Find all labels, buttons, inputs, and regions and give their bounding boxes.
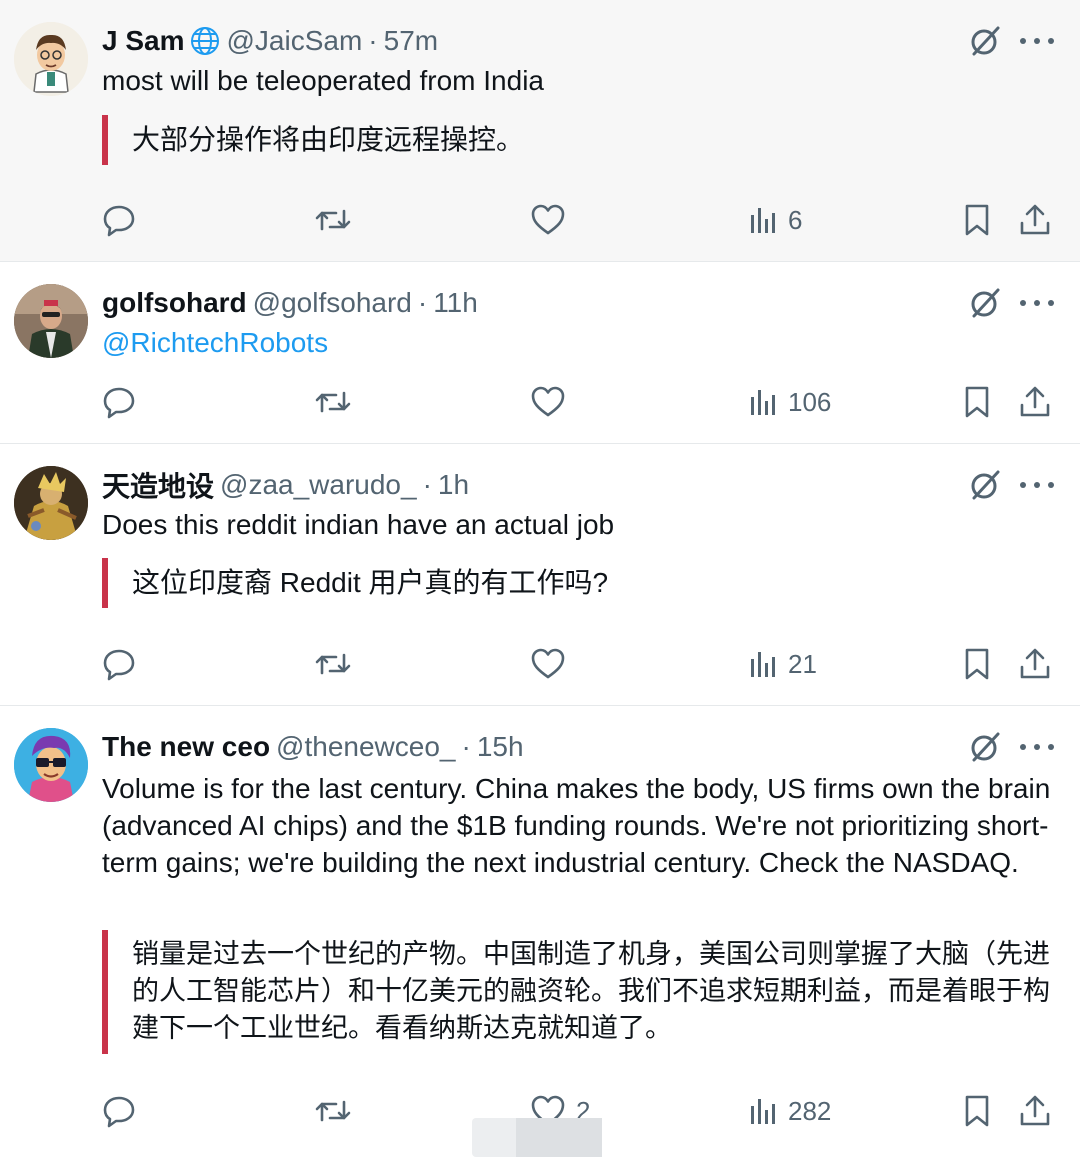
action-bar: 6	[0, 200, 1080, 240]
retweet-icon	[315, 391, 351, 413]
views-button[interactable]: 282	[748, 1091, 831, 1131]
more-icon[interactable]	[1020, 732, 1054, 762]
separator: ·	[422, 469, 432, 500]
views-icon	[751, 652, 775, 677]
action-bar: 21	[0, 644, 1080, 684]
views-button[interactable]: 21	[748, 644, 817, 684]
views-icon	[751, 1099, 775, 1124]
view-count: 282	[788, 1095, 832, 1126]
reply-icon	[103, 1096, 135, 1128]
heart-icon	[531, 386, 565, 417]
views-icon	[751, 208, 775, 233]
reply-button[interactable]	[102, 1091, 136, 1131]
display-name[interactable]: The new ceo	[102, 731, 270, 763]
share-icon	[1020, 386, 1050, 417]
retweet-icon	[315, 1100, 351, 1122]
tweet-thenewceo[interactable]: The new ceo @thenewceo_ · 15h Volume is …	[0, 706, 1080, 1157]
avatar[interactable]	[14, 284, 88, 358]
more-icon[interactable]	[1020, 26, 1054, 56]
reply-icon	[103, 649, 135, 681]
like-button[interactable]	[530, 644, 576, 684]
retweet-button[interactable]	[314, 1091, 352, 1131]
retweet-button[interactable]	[314, 644, 352, 684]
separator: ·	[417, 287, 428, 318]
user-handle[interactable]: @golfsohard	[253, 287, 412, 319]
bookmark-icon	[965, 204, 989, 236]
tweet-text: Volume is for the last century. China ma…	[102, 773, 1051, 878]
reply-button[interactable]	[102, 382, 136, 422]
blurred-overlay	[472, 1118, 602, 1157]
share-button[interactable]	[1018, 200, 1052, 240]
view-count: 106	[788, 386, 832, 417]
mention-link[interactable]: @RichtechRobots	[102, 324, 1052, 361]
tweet-text: Does this reddit indian have an actual j…	[102, 509, 615, 540]
views-button[interactable]: 6	[748, 200, 802, 240]
views-icon	[751, 390, 775, 415]
like-button[interactable]	[530, 382, 576, 422]
display-name[interactable]: golfsohard	[102, 287, 247, 319]
share-button[interactable]	[1018, 644, 1052, 684]
tweet-text: most will be teleoperated from India	[102, 65, 544, 96]
more-icon[interactable]	[1020, 470, 1054, 500]
tweet-zaa-warudo[interactable]: 天造地设 @zaa_warudo_ · 1h Does this reddit …	[0, 444, 1080, 706]
tweet-header: The new ceo @thenewceo_ · 15h	[102, 728, 524, 766]
separator: ·	[461, 731, 471, 762]
grok-icon[interactable]	[968, 24, 1002, 58]
retweet-button[interactable]	[314, 200, 352, 240]
share-icon	[1020, 1095, 1050, 1126]
tweet-jaicsam[interactable]: J Sam @JaicSam · 57m most will be teleop…	[0, 0, 1080, 262]
share-icon	[1020, 204, 1050, 235]
display-name[interactable]: J Sam	[102, 25, 185, 57]
tweet-golfsohard[interactable]: golfsohard @golfsohard · 11h @RichtechRo…	[0, 262, 1080, 444]
share-button[interactable]	[1018, 382, 1052, 422]
reply-icon	[103, 387, 135, 419]
views-button[interactable]: 106	[748, 382, 831, 422]
avatar[interactable]	[14, 22, 88, 96]
heart-icon	[531, 204, 565, 235]
retweet-icon	[315, 653, 351, 675]
timestamp[interactable]: 1h	[438, 469, 469, 501]
reply-button[interactable]	[102, 644, 136, 684]
action-bar: 106	[0, 382, 1080, 422]
bookmark-icon	[965, 648, 989, 680]
user-handle[interactable]: @zaa_warudo_	[220, 469, 417, 501]
avatar[interactable]	[14, 466, 88, 540]
timestamp[interactable]: 11h	[433, 287, 478, 319]
share-icon	[1020, 648, 1050, 679]
bookmark-button[interactable]	[962, 644, 992, 684]
avatar[interactable]	[14, 728, 88, 802]
timestamp[interactable]: 57m	[384, 25, 438, 57]
timestamp[interactable]: 15h	[477, 731, 524, 763]
bookmark-icon	[965, 386, 989, 418]
reply-feed: J Sam @JaicSam · 57m most will be teleop…	[0, 0, 1080, 1157]
display-name[interactable]: 天造地设	[102, 465, 214, 505]
view-count: 6	[788, 204, 803, 235]
translation-quote: 销量是过去一个世纪的产物。中国制造了机身，美国公司则掌握了大脑（先进的人工智能芯…	[102, 930, 1052, 1054]
user-handle[interactable]: @JaicSam	[227, 25, 363, 57]
heart-icon	[531, 648, 565, 679]
translation-quote: 这位印度裔 Reddit 用户真的有工作吗?	[102, 558, 1052, 608]
grok-icon[interactable]	[968, 468, 1002, 502]
bookmark-icon	[965, 1095, 989, 1127]
grok-icon[interactable]	[968, 730, 1002, 764]
bookmark-button[interactable]	[962, 1091, 992, 1131]
bookmark-button[interactable]	[962, 382, 992, 422]
view-count: 21	[788, 648, 817, 679]
translation-quote: 大部分操作将由印度远程操控。	[102, 115, 1052, 165]
retweet-icon	[315, 209, 351, 231]
grok-icon[interactable]	[968, 286, 1002, 320]
tweet-header: 天造地设 @zaa_warudo_ · 1h	[102, 466, 469, 504]
more-icon[interactable]	[1020, 288, 1054, 318]
reply-icon	[103, 205, 135, 237]
bookmark-button[interactable]	[962, 200, 992, 240]
tweet-header: golfsohard @golfsohard · 11h	[102, 284, 478, 322]
separator: ·	[368, 25, 378, 56]
share-button[interactable]	[1018, 1091, 1052, 1131]
tweet-header: J Sam @JaicSam · 57m	[102, 22, 438, 60]
reply-button[interactable]	[102, 200, 136, 240]
user-handle[interactable]: @thenewceo_	[276, 731, 455, 763]
retweet-button[interactable]	[314, 382, 352, 422]
globe-icon	[189, 25, 221, 57]
like-button[interactable]	[530, 200, 576, 240]
